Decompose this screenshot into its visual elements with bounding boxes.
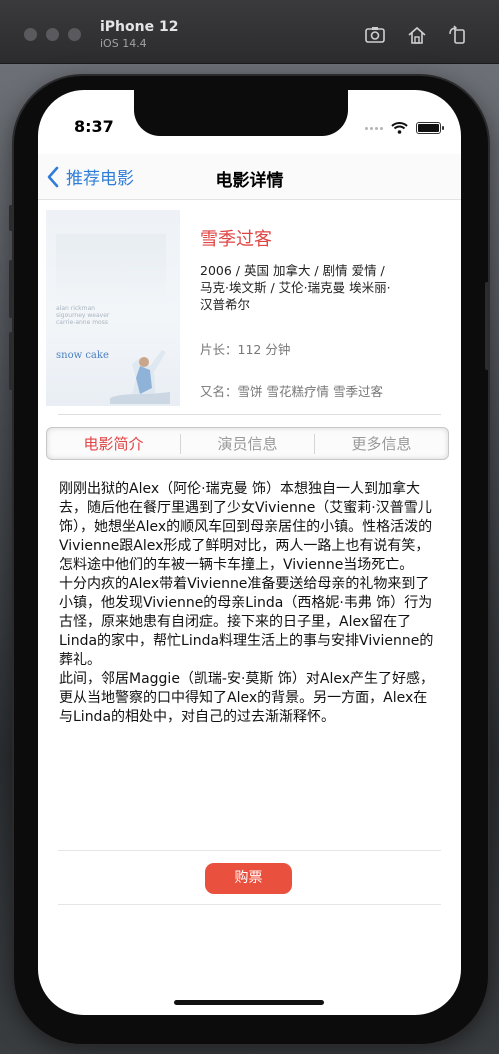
poster-logo: snow cake xyxy=(56,350,109,361)
power-button xyxy=(485,282,490,370)
notch xyxy=(134,90,348,136)
window-close-dot[interactable] xyxy=(24,28,37,41)
phone-screen: 8:37 推荐电影 电影详情 alan rickman sigourney we… xyxy=(38,90,461,1015)
page-title: 电影详情 xyxy=(215,171,284,191)
poster-credits: alan rickman sigourney weaver carrie-ann… xyxy=(56,305,110,326)
simulator-os-version: iOS 14.4 xyxy=(100,37,147,50)
movie-alias: 又名：雪饼 雪花糕疗情 雪季过客 xyxy=(200,384,383,399)
synopsis-paragraph: 十分内疚的Alex带着Vivienne准备要送给母亲的礼物来到了小镇，他发现Vi… xyxy=(59,576,434,668)
divider xyxy=(58,850,441,851)
window-minimize-dot[interactable] xyxy=(46,28,59,41)
poster-figure-image xyxy=(110,350,170,404)
window-zoom-dot[interactable] xyxy=(68,28,81,41)
home-indicator[interactable] xyxy=(174,1000,324,1005)
volume-down-button xyxy=(9,332,14,390)
synopsis-paragraph: 刚刚出狱的Alex（阿伦·瑞克曼 饰）本想独自一人到加拿大去，随后他在餐厅里遇到… xyxy=(59,481,433,573)
divider xyxy=(58,414,441,415)
rotate-icon[interactable] xyxy=(446,24,468,46)
battery-icon xyxy=(416,122,444,134)
movie-meta: 2006 / 英国 加拿大 / 剧情 爱情 / 马克·埃文斯 / 艾伦·瑞克曼 … xyxy=(200,263,391,312)
screenshot-icon[interactable] xyxy=(364,24,386,46)
simulator-toolbar: iPhone 12 iOS 14.4 xyxy=(0,0,499,64)
tab-more-info[interactable]: 更多信息 xyxy=(315,433,448,454)
buy-ticket-button[interactable]: 购票 xyxy=(205,863,292,894)
tab-synopsis[interactable]: 电影简介 xyxy=(47,433,180,454)
movie-title: 雪季过客 xyxy=(200,229,272,250)
navigation-bar: 推荐电影 电影详情 xyxy=(38,154,461,200)
wifi-icon xyxy=(391,122,408,134)
movie-length: 片长：112 分钟 xyxy=(200,342,291,357)
status-time: 8:37 xyxy=(74,117,114,136)
divider xyxy=(58,904,441,905)
simulator-device-name: iPhone 12 xyxy=(100,19,179,35)
cellular-signal-icon xyxy=(365,126,383,130)
info-segmented-control: 电影简介 演员信息 更多信息 xyxy=(46,427,449,460)
status-indicators xyxy=(365,122,444,134)
home-icon[interactable] xyxy=(406,24,428,46)
synopsis-text: 刚刚出狱的Alex（阿伦·瑞克曼 饰）本想独自一人到加拿大去，随后他在餐厅里遇到… xyxy=(59,480,441,727)
tab-cast[interactable]: 演员信息 xyxy=(181,433,314,454)
volume-up-button xyxy=(9,260,14,318)
movie-poster[interactable]: alan rickman sigourney weaver carrie-ann… xyxy=(46,210,180,406)
poster-sky xyxy=(56,234,166,304)
synopsis-paragraph: 此间，邻居Maggie（凯瑞-安·莫斯 饰）对Alex产生了好感，更从当地警察的… xyxy=(59,671,435,725)
silent-switch xyxy=(9,205,14,231)
